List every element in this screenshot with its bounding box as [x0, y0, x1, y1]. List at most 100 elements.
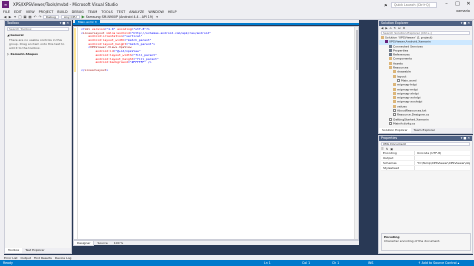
window-title: XPS/IXPSViewer/Tools/mvbd - Microsoft Vi…: [13, 2, 118, 7]
folder-icon: [389, 66, 392, 70]
tab-main-axml-label: Main.axml: [78, 20, 94, 24]
property-value[interactable]: [414, 156, 470, 160]
solution-explorer-title: Solution Explorer: [381, 21, 409, 25]
code-line[interactable]: </LinearLayout>: [81, 68, 211, 73]
maximize-button[interactable]: □: [452, 0, 463, 9]
menu-edit[interactable]: EDIT: [14, 10, 22, 14]
document-tab-strip: Main.axml ✕: [73, 20, 359, 25]
menu-help[interactable]: HELP: [168, 10, 177, 14]
menu-build[interactable]: BUILD: [57, 10, 67, 14]
menu-team[interactable]: TEAM: [88, 10, 97, 14]
close-window-button[interactable]: ✕: [463, 0, 474, 9]
scrollbar-thumb[interactable]: [356, 30, 358, 70]
properties-icon[interactable]: ⚙: [403, 26, 406, 30]
tab-output[interactable]: Output: [21, 256, 31, 260]
back-icon[interactable]: ◀: [3, 15, 7, 19]
start-debug-icon[interactable]: ▶: [82, 14, 85, 19]
file-icon: [397, 78, 400, 82]
tab-solution-explorer[interactable]: Solution Explorer: [379, 128, 411, 133]
tab-toolbox[interactable]: Toolbox: [5, 248, 23, 253]
collapse-all-icon[interactable]: ⊟: [398, 26, 401, 30]
folder-icon: [389, 57, 392, 61]
configuration-dropdown[interactable]: Debug: [43, 14, 59, 19]
forward-icon[interactable]: ▶: [8, 15, 12, 19]
tab-designer[interactable]: Designer: [73, 240, 95, 246]
menu-debug[interactable]: DEBUG: [72, 10, 84, 14]
tree-item[interactable]: MainActivity.cs: [379, 122, 472, 126]
close-tab-icon[interactable]: ✕: [94, 20, 97, 24]
property-grid: Encoding Unicode (UTF-8) Output Schemas "D:\…: [379, 151, 472, 171]
toolbox-group-general[interactable]: ◢ General: [7, 33, 69, 37]
toolbox-pane: Toolbox ▾ ■ ✕ Search Toolbox ◢ General T…: [4, 20, 72, 254]
back-icon[interactable]: ◀: [381, 26, 383, 30]
tab-test-explorer[interactable]: Test Explorer: [22, 248, 47, 253]
tab-device-log[interactable]: Device Log: [55, 256, 72, 260]
open-file-icon[interactable]: □: [18, 15, 22, 19]
redo-icon[interactable]: ↷: [38, 15, 42, 19]
folder-icon: [389, 61, 392, 65]
folder-icon: [393, 96, 396, 100]
menu-view[interactable]: VIEW: [26, 10, 35, 14]
add-to-source-control-button[interactable]: ↑ Add to Source Control ▴: [418, 260, 459, 266]
code-editor[interactable]: <?xml version="1.0" encoding="utf-8"?> <L…: [73, 26, 359, 240]
folder-icon: [393, 87, 396, 91]
code-token: http://schemas.android.com/apk/res/andro…: [133, 30, 210, 35]
pin-icon[interactable]: ▾ ■ ✕: [60, 21, 69, 26]
feedback-flag-icon[interactable]: ⚑: [384, 3, 389, 8]
file-icon: [393, 109, 396, 113]
folder-icon: [393, 104, 396, 108]
code-token: " />: [144, 60, 152, 65]
property-name: Output: [383, 156, 394, 160]
undo-icon[interactable]: ↶: [33, 15, 37, 19]
code-token: match_parent: [129, 41, 152, 46]
property-value[interactable]: [414, 166, 470, 170]
toolbox-title: Toolbox: [7, 21, 19, 25]
menu-tools[interactable]: TOOLS: [101, 10, 112, 14]
menu-file[interactable]: FILE: [3, 10, 10, 14]
property-value[interactable]: Unicode (UTF-8): [414, 151, 470, 155]
solution-search-input[interactable]: Search Solution Explorer (Ctrl+;): [381, 31, 470, 35]
menu-project[interactable]: PROJECT: [39, 10, 54, 14]
designer-source-tabs: Designer Source 100 %: [73, 240, 359, 246]
editor-vertical-scrollbar[interactable]: [354, 27, 358, 239]
forward-icon[interactable]: ▶: [385, 26, 387, 30]
folder-icon: [393, 100, 396, 104]
visual-studio-logo-icon: ∞: [2, 1, 9, 8]
pin-icon[interactable]: ▾ ■ ✕: [461, 21, 470, 26]
new-project-icon[interactable]: ✦: [13, 15, 17, 19]
platform-dropdown[interactable]: Any CPU: [60, 14, 80, 19]
property-row[interactable]: Stylesheet: [381, 166, 470, 171]
refresh-icon[interactable]: ↻: [394, 26, 397, 30]
tab-source[interactable]: Source: [94, 241, 110, 245]
folder-icon: [393, 70, 396, 74]
code-token: ">: [151, 41, 156, 46]
home-icon[interactable]: ⌂: [390, 26, 392, 30]
status-column: Col 1: [302, 261, 311, 265]
attach-icon[interactable]: ▾: [155, 15, 159, 19]
status-ready: Ready: [3, 261, 13, 265]
menu-test[interactable]: TEST: [117, 10, 125, 14]
tab-team-explorer[interactable]: Team Explorer: [411, 128, 438, 133]
toolbox-search-input[interactable]: Search Toolbox: [7, 27, 69, 31]
minimize-button[interactable]: –: [441, 0, 452, 9]
run-target-button[interactable]: Samsung SM-N900P (Android 4.4 - API 19): [86, 15, 153, 19]
pin-icon[interactable]: ▾ ■ ✕: [461, 136, 470, 141]
solution-explorer-toolbar: ◀ ▶ ⌂ ↻ ⊟ ⚙: [379, 26, 472, 30]
property-value[interactable]: "D:\Temp\XPSViewer\XPSViewer\obj\...": [414, 161, 470, 165]
tab-find-results[interactable]: Find Results: [34, 256, 52, 260]
code-text[interactable]: <?xml version="1.0" encoding="utf-8"?> <L…: [81, 27, 211, 73]
tab-main-axml[interactable]: Main.axml ✕: [75, 20, 100, 25]
file-icon: [393, 113, 396, 117]
save-icon[interactable]: ▣: [23, 15, 27, 19]
menu-analyze[interactable]: ANALYZE: [129, 10, 144, 14]
properties-object-selector[interactable]: XML Document: [381, 142, 470, 146]
editor-zoom-level[interactable]: 100 %: [114, 241, 124, 245]
toolbox-group-xamarin[interactable]: ▷ Xamarin.Shapes: [7, 52, 69, 56]
quick-launch-input[interactable]: Quick Launch (Ctrl+Q): [391, 1, 437, 8]
folder-icon: [393, 91, 396, 95]
menu-window[interactable]: WINDOW: [148, 10, 164, 14]
tab-error-list[interactable]: Error List: [4, 256, 18, 260]
ref-icon: [389, 48, 392, 52]
status-bar: Ready Ln 1 Col 1 Ch 1 INS ↑ Add to Sourc…: [0, 260, 474, 266]
save-all-icon[interactable]: ▦: [28, 15, 32, 19]
